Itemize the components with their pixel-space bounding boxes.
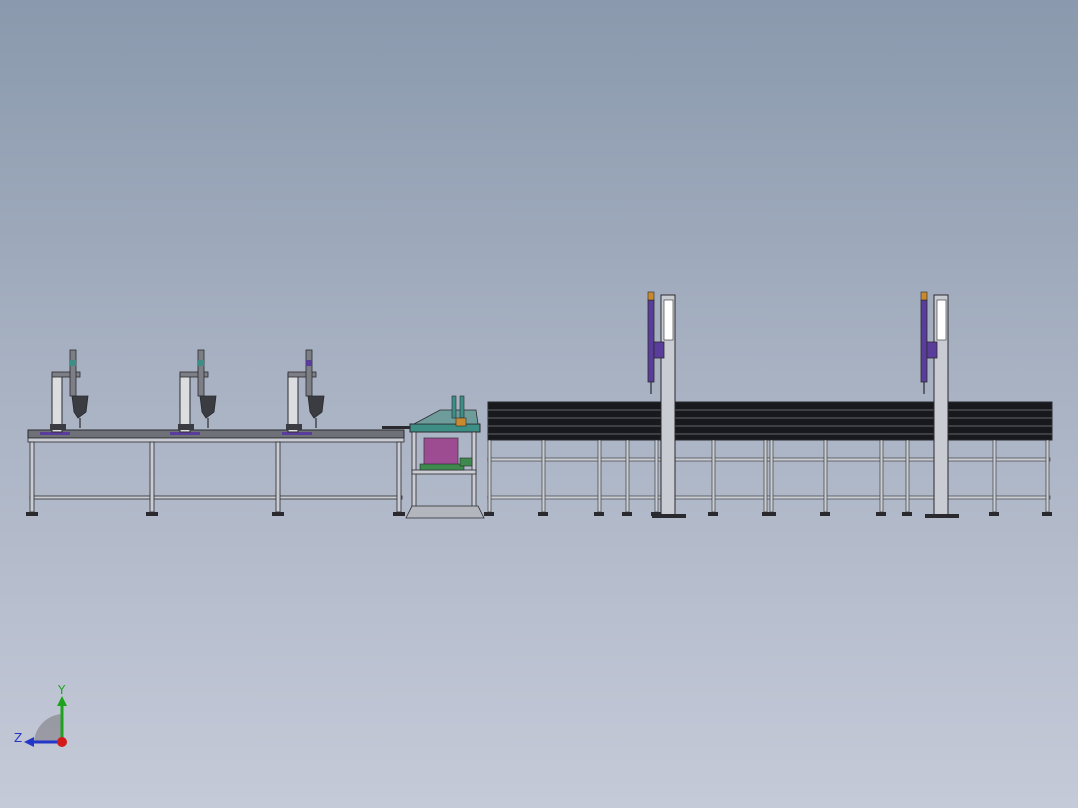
gantry-1-carriage <box>653 341 665 359</box>
gantry-2-actuator-cap <box>920 291 928 301</box>
transfer-base <box>405 505 485 519</box>
station-1-spindle <box>69 349 77 397</box>
left-table-legs <box>29 441 402 513</box>
gantry-1-foot <box>652 514 686 518</box>
conveyor-lower-rails <box>487 457 1051 500</box>
station-3-column <box>287 373 299 433</box>
station-1-column <box>51 373 63 433</box>
station-3-spindle-accent <box>306 360 312 366</box>
left-table-top <box>27 429 405 439</box>
gantry-2-window <box>936 299 947 341</box>
transfer-upper-body <box>413 409 479 425</box>
conveyor-feet <box>484 512 1052 516</box>
station-3[interactable] <box>286 349 325 433</box>
gantry-1-window <box>663 299 674 341</box>
station-2-spindle-accent <box>198 360 204 366</box>
triad-arc <box>34 714 62 742</box>
station-2[interactable] <box>178 349 217 433</box>
station-1-tool-head <box>71 395 89 419</box>
station-2-tool-head <box>199 395 217 419</box>
transfer-top-plate <box>409 423 481 433</box>
transfer-orange-block <box>455 417 467 427</box>
transfer-mechanism-base <box>419 463 465 471</box>
gantry-2-actuator <box>920 299 928 383</box>
triad-y-label: Y <box>58 683 66 697</box>
station-1[interactable] <box>50 349 89 433</box>
station-1-base <box>50 424 66 430</box>
cad-viewport[interactable]: Y Z <box>0 0 1078 808</box>
right-conveyor[interactable] <box>484 401 1053 516</box>
station-2-spindle <box>197 349 205 397</box>
left-table-rail <box>27 437 405 443</box>
triad-x-axis <box>57 737 67 747</box>
transfer-green-block <box>459 457 473 467</box>
transfer-cylinder-2 <box>459 395 465 419</box>
transfer-mechanism <box>423 437 459 467</box>
station-3-spindle <box>305 349 313 397</box>
assembly-drawing[interactable] <box>0 0 1078 808</box>
transfer-cylinder-1 <box>451 395 457 419</box>
gantry-2-foot <box>925 514 959 518</box>
left-table-feet <box>26 512 405 516</box>
transfer-rail <box>382 426 414 429</box>
coordinate-triad-icon: Y Z <box>12 683 82 756</box>
triad-y-arrow <box>57 696 67 706</box>
left-work-table[interactable] <box>26 429 405 516</box>
station-2-column <box>179 373 191 433</box>
conveyor-legs <box>487 439 1050 513</box>
station-2-base <box>178 424 194 430</box>
triad-z-label: Z <box>14 731 23 745</box>
gantry-2-carriage <box>926 341 938 359</box>
gantry-1-actuator <box>647 299 655 383</box>
station-3-tool-head <box>307 395 325 419</box>
station-1-spindle-accent <box>70 360 76 366</box>
station-3-base <box>286 424 302 430</box>
triad-z-arrow <box>24 737 34 747</box>
left-table-lower-rail <box>29 495 403 500</box>
gantry-1-actuator-cap <box>647 291 655 301</box>
